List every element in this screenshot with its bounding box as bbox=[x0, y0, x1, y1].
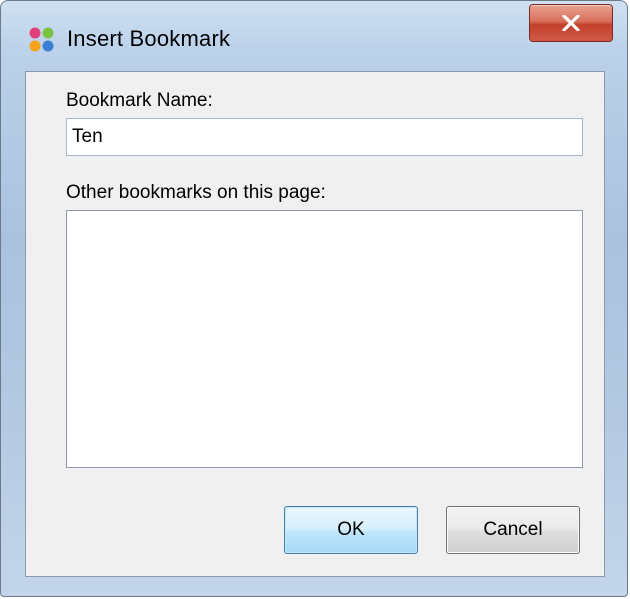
close-button[interactable] bbox=[529, 4, 613, 42]
close-icon bbox=[562, 15, 580, 31]
window-title: Insert Bookmark bbox=[67, 26, 231, 51]
ok-button[interactable]: OK bbox=[284, 506, 418, 554]
other-bookmarks-label: Other bookmarks on this page: bbox=[66, 182, 326, 203]
bookmark-name-label: Bookmark Name: bbox=[66, 90, 213, 111]
insert-bookmark-dialog: Insert Bookmark Bookmark Name: Other boo… bbox=[0, 0, 628, 597]
cancel-button[interactable]: Cancel bbox=[446, 506, 580, 554]
bookmark-name-input[interactable] bbox=[66, 118, 583, 156]
dialog-content: Bookmark Name: Other bookmarks on this p… bbox=[25, 71, 605, 577]
multicolor-dots-icon bbox=[29, 27, 54, 52]
title-bar[interactable]: Insert Bookmark bbox=[1, 1, 627, 71]
other-bookmarks-list[interactable] bbox=[66, 210, 583, 468]
